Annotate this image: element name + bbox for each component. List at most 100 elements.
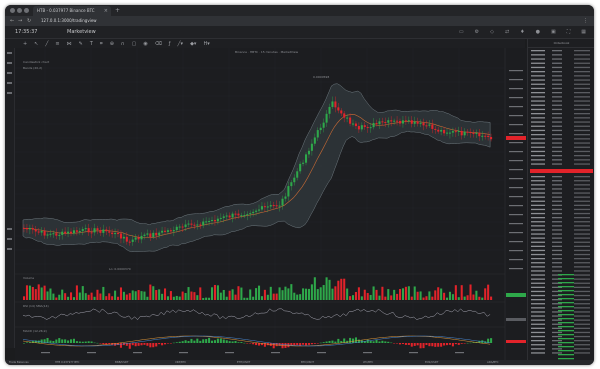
eye-tool-icon[interactable]: ◉: [143, 41, 147, 47]
volume-bar: [454, 285, 457, 300]
zoom-tool-icon[interactable]: ⊕: [110, 41, 114, 47]
taskbar-item[interactable]: ETH/USDT: [237, 360, 250, 365]
orderbook-price: [531, 125, 545, 127]
taskbar-item[interactable]: ADA/BTC: [487, 360, 498, 365]
alert-icon[interactable]: ◇: [490, 29, 494, 35]
macd-bar: [272, 343, 275, 349]
price-axis-tick: [509, 169, 523, 171]
candle: [272, 205, 275, 207]
url-field[interactable]: 127.0.0.1:3000/tradingview: [41, 18, 541, 24]
orderbook-size: [552, 100, 562, 102]
indicator-button[interactable]: ƒ: [169, 41, 171, 47]
layout-icon[interactable]: ▭: [459, 29, 464, 35]
grid-icon[interactable]: ▦: [581, 29, 586, 35]
orderbook-price: [531, 323, 545, 325]
reload-icon[interactable]: ↻: [27, 16, 31, 26]
orderbook-total: [574, 307, 590, 309]
chart-area[interactable]: Candlestick chart Bands (20,2) Binance ·…: [15, 48, 527, 360]
taskbar-item[interactable]: EOS/USDT: [425, 360, 438, 365]
compare-icon[interactable]: ⇄: [505, 29, 509, 35]
orderbook-price: [531, 303, 545, 305]
volume-bar: [349, 296, 352, 300]
measure-tool-icon[interactable]: ⌗: [100, 41, 103, 47]
macd-bar: [175, 342, 178, 343]
left-tool-icon[interactable]: [7, 52, 12, 54]
candle: [108, 231, 111, 233]
back-icon[interactable]: ←: [10, 16, 14, 26]
price-chart-svg[interactable]: [15, 48, 527, 360]
trade-row: [558, 302, 574, 304]
tab-close-icon[interactable]: ×: [104, 6, 108, 16]
candle: [46, 234, 49, 236]
spread-row: [530, 169, 593, 173]
left-tool-icon[interactable]: [7, 62, 12, 64]
orderbook-price: [531, 311, 545, 313]
candle: [416, 121, 419, 124]
macd-bar: [425, 343, 428, 346]
left-tool-icon[interactable]: [7, 248, 12, 250]
orderbook-total: [574, 270, 590, 272]
forward-icon[interactable]: →: [18, 16, 22, 26]
crosshair-tool-icon[interactable]: +: [23, 41, 27, 47]
left-tool-icon[interactable]: [7, 72, 12, 74]
candle: [134, 237, 137, 240]
macd-bar: [387, 341, 390, 343]
lock-tool-icon[interactable]: ▢: [132, 41, 137, 47]
macd-bar: [313, 343, 316, 344]
macd-bar: [164, 343, 167, 345]
orderbook-total: [574, 208, 590, 211]
volume-bar: [117, 296, 120, 300]
minimize-window-button[interactable]: [17, 8, 22, 13]
volume-bar: [404, 286, 407, 300]
orderbook-size: [552, 75, 562, 77]
brush-tool-icon[interactable]: ✎: [79, 41, 83, 47]
color-fill-icon[interactable]: ◆▾: [190, 41, 196, 47]
heading-icon[interactable]: H▾: [203, 41, 209, 47]
taskbar-item[interactable]: XRP/BTC: [175, 360, 186, 365]
volume-bar: [58, 294, 61, 300]
taskbar-item[interactable]: Trade Balances: [9, 360, 29, 365]
bell-icon[interactable]: ♦: [520, 29, 524, 35]
left-tool-icon[interactable]: [7, 228, 12, 230]
trendline-tool-icon[interactable]: ╱: [45, 41, 48, 47]
left-tool-icon[interactable]: [7, 82, 12, 84]
browser-tab[interactable]: HTB - 0.037977 Binance BTC ×: [33, 6, 111, 16]
new-tab-button[interactable]: +: [115, 6, 120, 16]
trash-tool-icon[interactable]: ⌫: [155, 41, 162, 47]
volume-bar: [431, 296, 434, 300]
text-tool-icon[interactable]: T: [90, 41, 93, 47]
pattern-tool-icon[interactable]: ⋈: [67, 41, 72, 47]
taskbar-item[interactable]: LTC/BTC: [363, 360, 373, 365]
browser-menu-icon[interactable]: ⋮: [583, 16, 588, 26]
candle: [78, 231, 81, 233]
trade-row: [558, 326, 574, 328]
taskbar-item[interactable]: HTB 0.037977 BTC: [55, 360, 79, 365]
volume-bar: [128, 293, 131, 300]
user-icon[interactable]: ●: [536, 29, 540, 35]
orderbook-total: [574, 104, 590, 106]
candle: [299, 163, 302, 172]
orderbook-size: [552, 108, 562, 111]
trade-row: [558, 314, 574, 316]
cursor-tool-icon[interactable]: ↖: [34, 41, 38, 47]
settings-icon[interactable]: ⚙: [475, 29, 479, 35]
volume-bar: [161, 293, 164, 300]
close-window-button[interactable]: [10, 8, 15, 13]
camera-icon[interactable]: ▣: [551, 29, 556, 35]
left-drawing-toolbar: [5, 48, 15, 348]
taskbar-item[interactable]: BNB/USDT: [115, 360, 129, 365]
volume-bar: [328, 279, 331, 300]
macd-bar: [354, 337, 357, 343]
candle: [234, 213, 237, 215]
left-tool-icon[interactable]: [7, 92, 12, 94]
taskbar-item[interactable]: BTC/USDT: [301, 360, 314, 365]
orderbook-panel[interactable]: Orderbook: [527, 39, 594, 360]
magnet-tool-icon[interactable]: ∩: [121, 41, 125, 47]
maximize-window-button[interactable]: [24, 8, 29, 13]
fullscreen-icon[interactable]: ⛶: [567, 29, 571, 35]
fib-tool-icon[interactable]: ≡: [55, 41, 59, 47]
orderbook-title: Orderbook: [528, 39, 594, 48]
draw-line-icon[interactable]: ╱▾: [178, 41, 184, 47]
left-tool-icon[interactable]: [7, 238, 12, 240]
orderbook-size: [552, 92, 562, 94]
